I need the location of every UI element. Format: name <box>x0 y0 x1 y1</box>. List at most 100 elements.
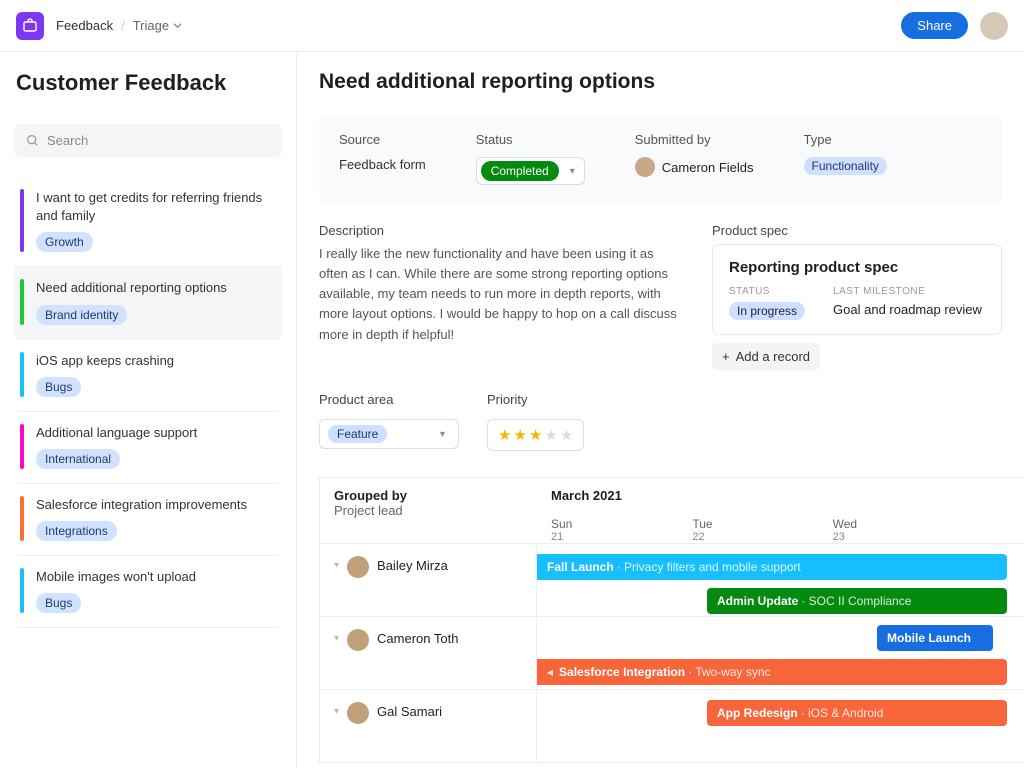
breadcrumb-separator: / <box>121 18 125 33</box>
priority-stars[interactable]: ★★★★★ <box>487 419 584 451</box>
chevron-down-icon <box>173 21 182 30</box>
feedback-tag: Bugs <box>36 377 81 397</box>
meta-card: Source Feedback form Status Completed ▾ … <box>319 116 1002 203</box>
feedback-item[interactable]: Need additional reporting options Brand … <box>14 267 282 339</box>
search-placeholder: Search <box>47 133 88 148</box>
chevron-down-icon: ▾ <box>565 166 580 177</box>
timeline-day: Wed23 <box>833 517 857 543</box>
feedback-item[interactable]: iOS app keeps crashing Bugs <box>14 340 282 412</box>
timeline-bars: Fall Launch · Privacy filters and mobile… <box>537 544 1024 616</box>
plus-icon: + <box>722 349 730 364</box>
timeline-row: ▾ Gal Samari App Redesign · iOS & Androi… <box>319 690 1024 763</box>
timeline-bar[interactable]: Fall Launch · Privacy filters and mobile… <box>537 554 1007 580</box>
priority-label: Priority <box>487 392 584 407</box>
feedback-item[interactable]: Salesforce integration improvements Inte… <box>14 484 282 556</box>
timeline-bar[interactable]: Mobile Launch <box>877 625 993 651</box>
star-icon[interactable]: ★ <box>529 426 542 444</box>
breadcrumb-root[interactable]: Feedback <box>56 18 113 33</box>
feedback-tag: Integrations <box>36 521 117 541</box>
timeline-row: ▾ Bailey Mirza Fall Launch · Privacy fil… <box>319 544 1024 617</box>
breadcrumb: Feedback / Triage <box>56 18 182 33</box>
timeline-lead[interactable]: ▾ Cameron Toth <box>319 617 537 689</box>
feedback-tag: Brand identity <box>36 305 127 325</box>
timeline-bars: Mobile Launch ◂Salesforce Integration · … <box>537 617 1024 689</box>
sidebar: Customer Feedback Search I want to get c… <box>0 52 297 768</box>
color-bar <box>20 352 24 397</box>
timeline-bar[interactable]: ◂Salesforce Integration · Two-way sync <box>537 659 1007 685</box>
feedback-title: iOS app keeps crashing <box>36 352 272 370</box>
grouped-by-label: Grouped by <box>334 488 523 503</box>
submitted-label: Submitted by <box>635 132 754 147</box>
chevron-down-icon: ▾ <box>435 429 450 440</box>
collapse-icon[interactable]: ▾ <box>334 633 339 644</box>
star-icon[interactable]: ★ <box>560 426 573 444</box>
collapse-icon[interactable]: ▾ <box>334 706 339 717</box>
feedback-title: Additional language support <box>36 424 272 442</box>
product-area-value: Feature <box>328 425 387 443</box>
spec-milestone-label: LAST MILESTONE <box>833 286 982 297</box>
star-icon[interactable]: ★ <box>513 426 526 444</box>
source-label: Source <box>339 132 426 147</box>
type-pill[interactable]: Functionality <box>804 157 887 175</box>
timeline-month: March 2021 <box>551 488 1010 503</box>
timeline-bars: App Redesign · iOS & Android <box>537 690 1024 762</box>
app-icon[interactable] <box>16 12 44 40</box>
grouped-by-value: Project lead <box>334 503 523 518</box>
description-text: I really like the new functionality and … <box>319 244 682 345</box>
color-bar <box>20 189 24 252</box>
submitter-avatar <box>635 157 655 177</box>
feedback-tag: Growth <box>36 232 93 252</box>
timeline-bar[interactable]: Admin Update · SOC II Compliance <box>707 588 1007 614</box>
collapse-icon[interactable]: ▾ <box>334 560 339 571</box>
lead-avatar <box>347 556 369 578</box>
lead-name: Bailey Mirza <box>377 558 448 573</box>
timeline-bar[interactable]: App Redesign · iOS & Android <box>707 700 1007 726</box>
timeline: Grouped by Project lead March 2021 Sun21… <box>319 477 1024 763</box>
feedback-item[interactable]: Additional language support Internationa… <box>14 412 282 484</box>
color-bar <box>20 568 24 613</box>
color-bar <box>20 424 24 469</box>
lead-name: Gal Samari <box>377 704 442 719</box>
submitter-name: Cameron Fields <box>662 160 754 175</box>
feedback-tag: Bugs <box>36 593 81 613</box>
spec-section-label: Product spec <box>712 223 1002 238</box>
timeline-day: Sun21 <box>551 517 572 543</box>
status-value: Completed <box>481 161 559 181</box>
timeline-row: ▾ Cameron Toth Mobile Launch ◂Salesforce… <box>319 617 1024 690</box>
detail-title: Need additional reporting options <box>319 70 1024 94</box>
star-icon[interactable]: ★ <box>544 426 557 444</box>
timeline-day: Tue22 <box>692 517 712 543</box>
type-label: Type <box>804 132 887 147</box>
submitted-by[interactable]: Cameron Fields <box>635 157 754 177</box>
description-label: Description <box>319 223 682 238</box>
search-icon <box>26 134 39 147</box>
spec-title: Reporting product spec <box>729 259 985 276</box>
feedback-item[interactable]: Mobile images won't upload Bugs <box>14 556 282 628</box>
color-bar <box>20 496 24 541</box>
timeline-lead[interactable]: ▾ Bailey Mirza <box>319 544 537 616</box>
add-record-button[interactable]: + Add a record <box>712 343 820 370</box>
lead-name: Cameron Toth <box>377 631 458 646</box>
feedback-title: Need additional reporting options <box>36 279 272 297</box>
status-select[interactable]: Completed ▾ <box>476 157 585 185</box>
timeline-lead[interactable]: ▾ Gal Samari <box>319 690 537 762</box>
topbar: Feedback / Triage Share <box>0 0 1024 52</box>
product-area-select[interactable]: Feature ▾ <box>319 419 459 449</box>
sidebar-title: Customer Feedback <box>14 70 282 96</box>
spec-status-label: STATUS <box>729 286 805 297</box>
feedback-title: Mobile images won't upload <box>36 568 272 586</box>
spec-milestone-value: Goal and roadmap review <box>833 302 982 317</box>
status-label: Status <box>476 132 585 147</box>
share-button[interactable]: Share <box>901 12 968 39</box>
product-area-label: Product area <box>319 392 459 407</box>
star-icon[interactable]: ★ <box>498 426 511 444</box>
feedback-item[interactable]: I want to get credits for referring frie… <box>14 177 282 267</box>
feedback-tag: International <box>36 449 120 469</box>
breadcrumb-current[interactable]: Triage <box>133 18 182 33</box>
lead-avatar <box>347 629 369 651</box>
feedback-title: I want to get credits for referring frie… <box>36 189 272 225</box>
user-avatar[interactable] <box>980 12 1008 40</box>
search-input[interactable]: Search <box>14 124 282 157</box>
source-value: Feedback form <box>339 157 426 172</box>
spec-card[interactable]: Reporting product spec STATUS In progres… <box>712 244 1002 335</box>
